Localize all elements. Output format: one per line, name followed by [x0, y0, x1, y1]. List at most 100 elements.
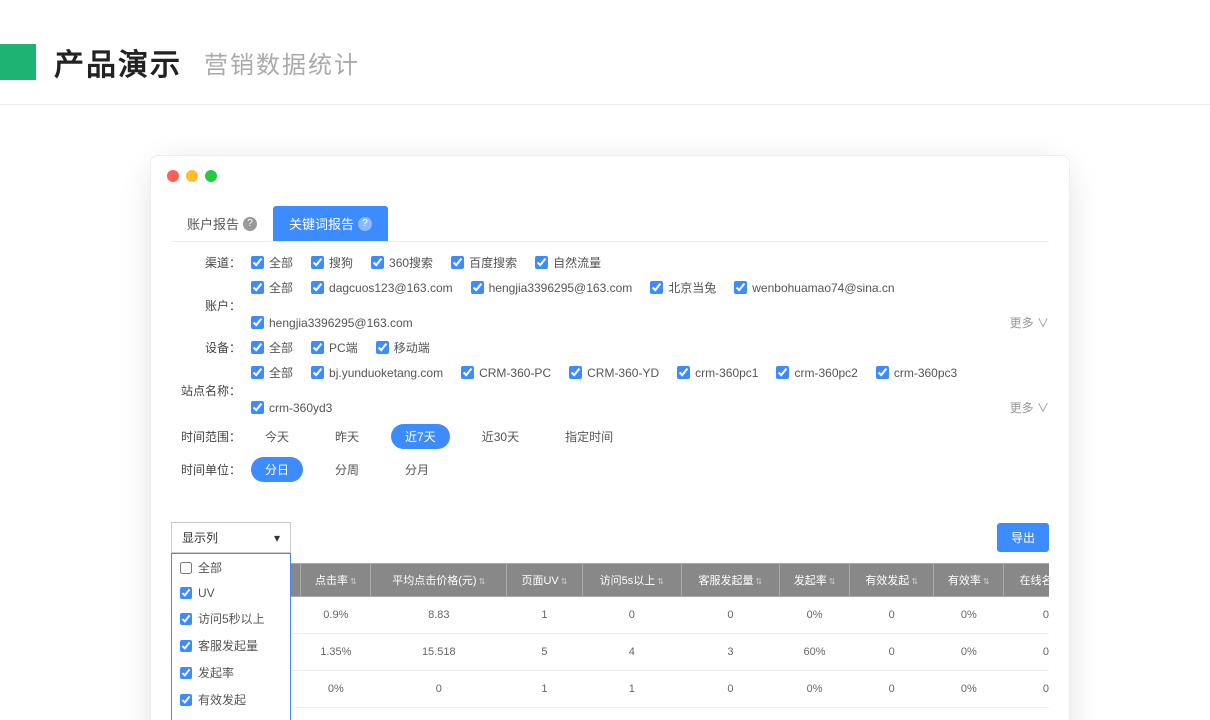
minimize-icon[interactable] [186, 170, 198, 182]
checkbox[interactable] [180, 667, 192, 679]
column-selector[interactable]: 显示列 ▾ 全部UV访问5秒以上客服发起量发起率有效发起有效率在线名片离线名片名… [171, 522, 291, 553]
filter-option[interactable]: 全部 [251, 339, 293, 356]
column-option[interactable]: 客服发起量 [172, 632, 290, 659]
checkbox[interactable] [371, 256, 384, 269]
pill-option[interactable]: 近30天 [468, 424, 533, 449]
checkbox[interactable] [251, 256, 264, 269]
checkbox[interactable] [471, 281, 484, 294]
help-icon[interactable]: ? [243, 217, 257, 231]
filter-option[interactable]: CRM-360-YD [569, 366, 659, 380]
checkbox[interactable] [251, 366, 264, 379]
pill-option[interactable]: 今天 [251, 424, 303, 449]
pill-option[interactable]: 分周 [321, 457, 373, 482]
sort-icon[interactable]: ⇅ [983, 577, 990, 586]
checkbox[interactable] [251, 281, 264, 294]
checkbox[interactable] [876, 366, 889, 379]
checkbox[interactable] [311, 256, 324, 269]
checkbox[interactable] [180, 587, 192, 599]
checkbox[interactable] [311, 281, 324, 294]
pill-option[interactable]: 指定时间 [551, 424, 627, 449]
checkbox[interactable] [180, 694, 192, 706]
filter-option[interactable]: hengjia3396295@163.com [251, 316, 413, 330]
column-option[interactable]: 访问5秒以上 [172, 605, 290, 632]
column-selector-button[interactable]: 显示列 ▾ [171, 522, 291, 553]
sort-icon[interactable]: ⇅ [756, 577, 763, 586]
column-header[interactable]: 有效发起⇅ [850, 564, 934, 597]
filter-option[interactable]: CRM-360-PC [461, 366, 551, 380]
checkbox[interactable] [251, 341, 264, 354]
checkbox[interactable] [251, 401, 264, 414]
pill-option[interactable]: 昨天 [321, 424, 373, 449]
checkbox[interactable] [180, 613, 192, 625]
filter-site: 站点名称： 全部bj.yunduoketang.comCRM-360-PCCRM… [171, 364, 1049, 416]
checkbox[interactable] [376, 341, 389, 354]
tab-keyword-report[interactable]: 关键词报告 ? [273, 206, 388, 241]
close-icon[interactable] [167, 170, 179, 182]
filter-option[interactable]: 全部 [251, 279, 293, 296]
filter-option[interactable]: bj.yunduoketang.com [311, 366, 443, 380]
table-row[interactable]: bj-云朵课堂0%01100%00%000% [172, 671, 1050, 708]
filter-option[interactable]: crm-360yd3 [251, 401, 332, 415]
filter-option[interactable]: 自然流量 [535, 254, 601, 271]
pill-option[interactable]: 分月 [391, 457, 443, 482]
table-row[interactable]: bj-云朵课堂0.9%8.831000%00%000% [172, 597, 1050, 634]
filter-option[interactable]: 360搜索 [371, 254, 433, 271]
column-header[interactable]: 访问5s以上⇅ [582, 564, 681, 597]
checkbox[interactable] [311, 341, 324, 354]
table-row[interactable]: bj-云朵课堂1.35%15.51854360%00%000% [172, 634, 1050, 671]
checkbox[interactable] [569, 366, 582, 379]
column-option[interactable]: UV [172, 581, 290, 605]
tab-account-report[interactable]: 账户报告 ? [171, 206, 273, 241]
checkbox[interactable] [650, 281, 663, 294]
checkbox[interactable] [776, 366, 789, 379]
filter-option[interactable]: wenbohuamao74@sina.cn [734, 281, 894, 295]
checkbox[interactable] [251, 316, 264, 329]
filter-option[interactable]: crm-360pc1 [677, 366, 758, 380]
filter-option[interactable]: 搜狗 [311, 254, 353, 271]
pill-option[interactable]: 分日 [251, 457, 303, 482]
column-header[interactable]: 客服发起量⇅ [681, 564, 779, 597]
checkbox[interactable] [461, 366, 474, 379]
checkbox[interactable] [734, 281, 747, 294]
column-header[interactable]: 发起率⇅ [780, 564, 850, 597]
filter-option[interactable]: 全部 [251, 364, 293, 381]
column-header[interactable]: 点击率⇅ [301, 564, 371, 597]
checkbox[interactable] [311, 366, 324, 379]
sort-icon[interactable]: ⇅ [829, 577, 836, 586]
filter-option[interactable]: crm-360pc3 [876, 366, 957, 380]
sort-icon[interactable]: ⇅ [657, 577, 664, 586]
table-row[interactable]: bj-云朵课堂4.55%6.241000%00%000% [172, 708, 1050, 720]
more-toggle[interactable]: 更多 ∨ [1010, 399, 1049, 416]
filter-option[interactable]: dagcuos123@163.com [311, 281, 453, 295]
column-option[interactable]: 全部 [172, 554, 290, 581]
checkbox[interactable] [180, 562, 192, 574]
sort-icon[interactable]: ⇅ [479, 577, 486, 586]
filter-option[interactable]: crm-360pc2 [776, 366, 857, 380]
filter-option[interactable]: 全部 [251, 254, 293, 271]
sort-icon[interactable]: ⇅ [911, 577, 918, 586]
column-option[interactable]: 有效率 [172, 713, 290, 720]
more-toggle[interactable]: 更多 ∨ [1010, 314, 1049, 331]
sort-icon[interactable]: ⇅ [561, 577, 568, 586]
column-dropdown[interactable]: 全部UV访问5秒以上客服发起量发起率有效发起有效率在线名片离线名片名片索取率有效… [171, 553, 291, 720]
export-button[interactable]: 导出 [997, 523, 1049, 552]
column-header[interactable]: 有效率⇅ [934, 564, 1004, 597]
filter-option[interactable]: 移动端 [376, 339, 430, 356]
pill-option[interactable]: 近7天 [391, 424, 450, 449]
column-header[interactable]: 在线名片⇅ [1004, 564, 1049, 597]
column-option[interactable]: 有效发起 [172, 686, 290, 713]
checkbox[interactable] [535, 256, 548, 269]
filter-option[interactable]: 北京当兔 [650, 279, 716, 296]
filter-option[interactable]: hengjia3396295@163.com [471, 281, 633, 295]
column-header[interactable]: 页面UV⇅ [507, 564, 583, 597]
column-option[interactable]: 发起率 [172, 659, 290, 686]
help-icon[interactable]: ? [358, 217, 372, 231]
filter-option[interactable]: 百度搜索 [451, 254, 517, 271]
checkbox[interactable] [451, 256, 464, 269]
checkbox[interactable] [677, 366, 690, 379]
filter-option[interactable]: PC端 [311, 339, 358, 356]
column-header[interactable]: 平均点击价格(元)⇅ [371, 564, 507, 597]
sort-icon[interactable]: ⇅ [350, 577, 357, 586]
maximize-icon[interactable] [205, 170, 217, 182]
checkbox[interactable] [180, 640, 192, 652]
